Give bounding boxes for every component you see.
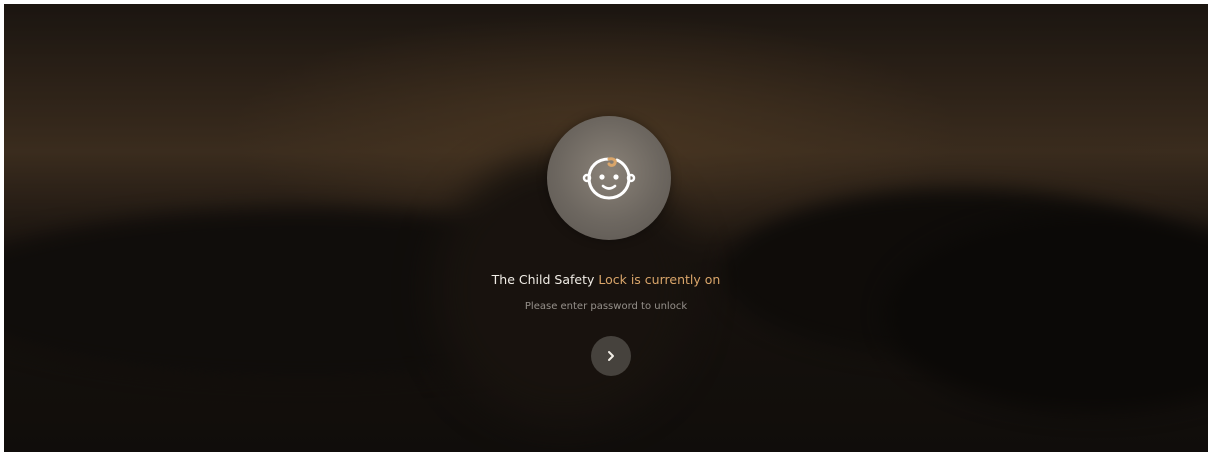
status-highlight: Lock is currently on — [598, 272, 721, 287]
lock-status-text: The Child Safety Lock is currently on — [4, 272, 1208, 287]
chevron-right-icon — [605, 350, 617, 362]
unlock-instructions: Please enter password to unlock — [524, 301, 688, 312]
unlock-button[interactable] — [591, 336, 631, 376]
baby-face-icon — [582, 153, 636, 203]
child-lock-icon-badge — [547, 116, 671, 240]
lock-screen: The Child Safety Lock is currently on Pl… — [4, 4, 1208, 452]
status-prefix: The Child Safety — [491, 272, 599, 287]
screen-title — [552, 40, 670, 56]
